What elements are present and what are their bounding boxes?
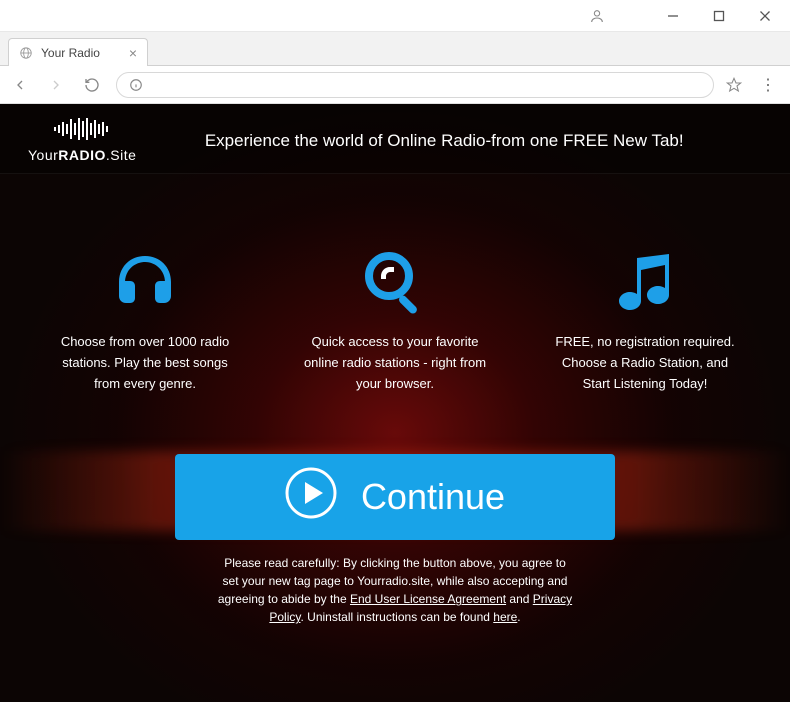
browser-tab[interactable]: Your Radio × [8, 38, 148, 66]
features-row: Choose from over 1000 radio stations. Pl… [0, 250, 790, 394]
forward-button[interactable] [44, 77, 68, 93]
cta-wrap: Continue [0, 454, 790, 540]
menu-icon[interactable]: ⋮ [754, 75, 782, 95]
eula-link[interactable]: End User License Agreement [350, 592, 506, 606]
tab-close-icon[interactable]: × [129, 46, 137, 60]
site-logo: YourRADIO.Site [28, 118, 136, 163]
feature-text: Choose from over 1000 radio stations. Pl… [50, 332, 240, 394]
globe-icon [19, 46, 33, 60]
disclaimer: Please read carefully: By clicking the b… [215, 554, 575, 626]
play-icon [285, 467, 337, 528]
uninstall-link[interactable]: here [493, 610, 517, 624]
user-icon[interactable] [574, 1, 620, 31]
page-content: YourRADIO.Site Experience the world of O… [0, 104, 790, 702]
info-icon [129, 78, 143, 92]
window-close-button[interactable] [742, 1, 788, 31]
logo-text: YourRADIO.Site [28, 147, 136, 163]
tab-strip: Your Radio × [0, 32, 790, 66]
feature-headphones: Choose from over 1000 radio stations. Pl… [50, 250, 240, 394]
reload-button[interactable] [80, 77, 104, 93]
minimize-button[interactable] [650, 1, 696, 31]
search-icon [300, 250, 490, 314]
address-bar: ⋮ [0, 66, 790, 104]
tagline: Experience the world of Online Radio-fro… [166, 131, 762, 151]
star-icon[interactable] [726, 77, 742, 93]
feature-text: FREE, no registration required. Choose a… [550, 332, 740, 394]
omnibox[interactable] [116, 72, 714, 98]
music-icon [550, 250, 740, 314]
feature-music: FREE, no registration required. Choose a… [550, 250, 740, 394]
continue-button[interactable]: Continue [175, 454, 615, 540]
cta-label: Continue [361, 476, 505, 518]
tab-title: Your Radio [41, 46, 100, 60]
feature-search: Quick access to your favorite online rad… [300, 250, 490, 394]
headphones-icon [50, 250, 240, 314]
soundwave-icon [54, 118, 110, 145]
page-header: YourRADIO.Site Experience the world of O… [0, 104, 790, 174]
maximize-button[interactable] [696, 1, 742, 31]
feature-text: Quick access to your favorite online rad… [300, 332, 490, 394]
window-titlebar [0, 0, 790, 32]
back-button[interactable] [8, 77, 32, 93]
